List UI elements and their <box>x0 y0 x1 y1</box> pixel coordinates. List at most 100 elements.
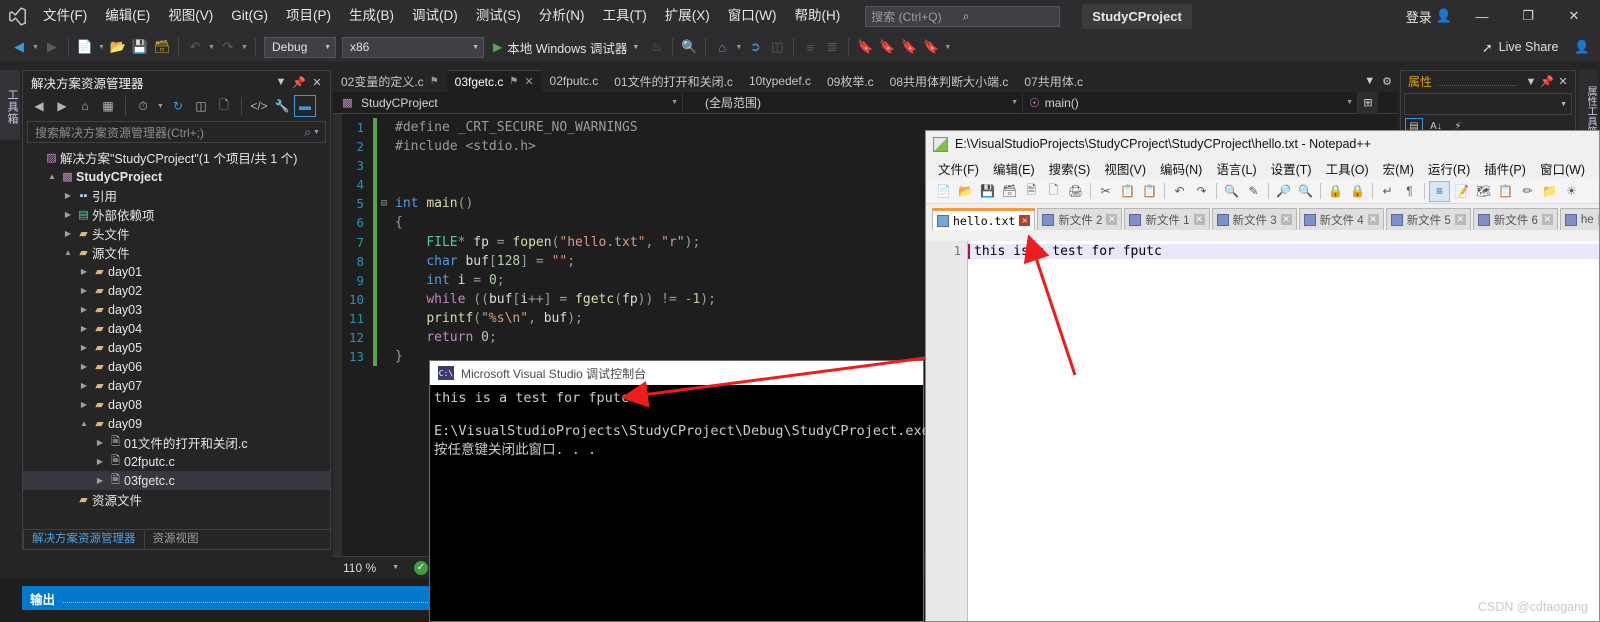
notepad-editor[interactable]: 1 this is a test for fputc <box>926 241 1599 621</box>
code-lines[interactable]: 1 #define _CRT_SECURE_NO_WARNINGS 2 #includ… <box>333 118 716 367</box>
pin-icon[interactable]: 📌 <box>1539 75 1555 88</box>
live-preview-chevron-icon[interactable]: ▼ <box>733 44 744 51</box>
close-button[interactable]: ✕ <box>1552 0 1596 32</box>
notepad-code-area[interactable]: this is a test for fputc <box>968 241 1599 621</box>
tree-item[interactable]: ▲ ▰ day09 <box>23 414 330 433</box>
view-code-icon[interactable]: </> <box>248 95 270 117</box>
expand-icon[interactable]: ▶ <box>61 229 75 238</box>
navigate-back-chevron-icon[interactable]: ▼ <box>30 44 41 51</box>
minimize-button[interactable]: — <box>1460 0 1504 32</box>
tree-item[interactable]: ▲ ▩ StudyCProject <box>23 167 330 186</box>
split-editor-icon[interactable]: ⊞ <box>1358 91 1378 114</box>
close-tab-icon[interactable]: ✕ <box>1193 214 1205 225</box>
menu-item-help[interactable]: 帮助(H) <box>785 0 849 32</box>
notepad-tab[interactable]: 新文件 2 ✕ <box>1037 208 1123 230</box>
new-project-chevron-icon[interactable]: ▼ <box>96 44 107 51</box>
close-tab-icon[interactable]: ✕ <box>1367 214 1379 225</box>
platform-select[interactable]: x86 ▼ <box>342 36 484 58</box>
find-icon[interactable]: 🔍 <box>1221 181 1242 202</box>
notepad-menu-item[interactable]: 视图(V) <box>1098 157 1152 180</box>
tree-item[interactable]: ▶ ▰ day06 <box>23 357 330 376</box>
new-file-icon[interactable]: 📄 <box>933 181 954 202</box>
tab-solution-explorer[interactable]: 解决方案资源管理器 <box>23 530 145 549</box>
paste-icon[interactable]: 📋 <box>1139 181 1160 202</box>
solution-explorer-search[interactable]: 搜索解决方案资源管理器(Ctrl+;) ⌕ ▼ <box>27 121 326 143</box>
open-file-icon[interactable]: 📂 <box>955 181 976 202</box>
expand-icon[interactable]: ▶ <box>77 400 91 409</box>
menu-item-extensions[interactable]: 扩展(X) <box>656 0 719 32</box>
scope-select[interactable]: (全局范围) ▼ <box>683 92 1023 113</box>
debug-console-window[interactable]: C:\ Microsoft Visual Studio 调试控制台 this i… <box>429 360 946 622</box>
menu-item-build[interactable]: 生成(B) <box>340 0 403 32</box>
expand-icon[interactable]: ▶ <box>93 476 107 485</box>
expand-icon[interactable]: ▶ <box>77 362 91 371</box>
close-tab-icon[interactable]: ✕ <box>1454 214 1466 225</box>
cut-icon[interactable]: ✂ <box>1095 181 1116 202</box>
tree-item[interactable]: ▶ 🗎 02fputc.c <box>23 452 330 471</box>
notepad-menu-bar[interactable]: 文件(F) 编辑(E) 搜索(S) 视图(V) 编码(N) 语言(L) 设置(T) 工具(O)… <box>926 157 1600 180</box>
notepad-menu-item[interactable]: 宏(M) <box>1377 157 1420 180</box>
live-share-button[interactable]: ➚ Live Share 👤 <box>1482 40 1600 55</box>
menu-item-debug[interactable]: 调试(D) <box>403 0 467 32</box>
sign-in-button[interactable]: 登录 👤 <box>1400 7 1458 26</box>
notepad-tab[interactable]: 新文件 1 ✕ <box>1124 208 1210 230</box>
expand-icon[interactable]: ▶ <box>77 324 91 333</box>
notepad-tab[interactable]: 新文件 6 ✕ <box>1472 208 1558 230</box>
chevron-down-icon[interactable]: ▼ <box>155 103 166 110</box>
menu-item-analyze[interactable]: 分析(N) <box>530 0 594 32</box>
close-tab-icon[interactable]: ✕ <box>1106 214 1118 225</box>
toolbar-overflow-icon[interactable]: ▼ <box>942 44 953 51</box>
symbol-select[interactable]: ☉ main() ▼ <box>1023 92 1358 113</box>
expand-icon[interactable]: ▶ <box>93 438 107 447</box>
expand-icon[interactable]: ▶ <box>77 267 91 276</box>
solution-tree[interactable]: ▨ 解决方案"StudyCProject"(1 个项目/共 1 个) ▲ ▩ Study… <box>23 146 330 524</box>
save-icon[interactable]: 💾 <box>977 181 998 202</box>
zoom-in-icon[interactable]: 🔎 <box>1273 181 1294 202</box>
close-tab-icon[interactable]: ✕ <box>1019 215 1031 226</box>
copy-icon[interactable]: 📋 <box>1117 181 1138 202</box>
tab-resource-view[interactable]: 资源视图 <box>145 530 207 549</box>
navigate-back-icon[interactable]: ◀ <box>8 35 30 59</box>
document-list-icon[interactable]: 📋 <box>1495 181 1516 202</box>
close-all-icon[interactable]: 🗋 <box>1043 181 1064 202</box>
live-preview-home-icon[interactable]: ⌂ <box>711 35 733 59</box>
notepad-tab[interactable]: 新文件 4 ✕ <box>1298 208 1384 230</box>
expand-icon[interactable]: ▶ <box>77 381 91 390</box>
expand-icon[interactable]: ▶ <box>61 191 75 200</box>
close-tab-icon[interactable]: ✕ <box>1597 214 1599 225</box>
toolbox-vertical-tab[interactable]: 工具箱 <box>0 70 20 140</box>
notepad-menu-item[interactable]: 语言(L) <box>1210 157 1262 180</box>
pending-changes-icon[interactable]: ⏱ <box>132 95 154 117</box>
notepad-menu-item[interactable]: 运行(R) <box>1422 157 1476 180</box>
editor-tab[interactable]: 10typedef.c <box>741 70 819 92</box>
tree-item[interactable]: ▶ ▰ day03 <box>23 300 330 319</box>
editor-tab-strip[interactable]: 02变量的定义.c ⚑ 03fgetc.c ⚑ ✕ 02fputc.c 01文件的打开和关闭… <box>333 70 1398 92</box>
tree-item[interactable]: ▨ 解决方案"StudyCProject"(1 个项目/共 1 个) <box>23 148 330 167</box>
close-file-icon[interactable]: 🗎 <box>1021 181 1042 202</box>
editor-tab[interactable]: 08共用体判断大小端.c <box>882 70 1017 92</box>
notepad-tab-strip[interactable]: hello.txt ✕ 新文件 2 ✕ 新文件 1 ✕ 新文件 3 ✕ 新文件 4 ✕ 新文件 5 ✕… <box>926 204 1599 230</box>
pin-icon[interactable]: ⚑ <box>509 76 518 87</box>
start-debugging-button[interactable]: ▶ 本地 Windows 调试器 ▼ <box>487 38 645 57</box>
notepad-menu-item[interactable]: 工具(O) <box>1320 157 1375 180</box>
collapse-all-icon[interactable]: ◫ <box>190 95 212 117</box>
monitoring-icon[interactable]: ☀ <box>1561 181 1582 202</box>
notepad-menu-item[interactable]: 插件(P) <box>1478 157 1532 180</box>
show-all-characters-icon[interactable]: ¶ <box>1399 181 1420 202</box>
notepad-tab[interactable]: 新文件 3 ✕ <box>1211 208 1297 230</box>
print-icon[interactable]: 🖨 <box>1065 181 1086 202</box>
expand-collapse-icon[interactable]: ▲ <box>45 172 59 181</box>
solution-icon[interactable]: ▦ <box>97 95 119 117</box>
quick-launch-search[interactable]: 搜索 (Ctrl+Q) ⌕ <box>865 5 1061 27</box>
preview-selected-items-icon[interactable]: ▬ <box>294 95 316 117</box>
save-all-icon[interactable]: 🗃 <box>999 181 1020 202</box>
folder-workspace-icon[interactable]: 📁 <box>1539 181 1560 202</box>
maximize-button[interactable]: ❐ <box>1506 0 1550 32</box>
tree-item[interactable]: ▶ ▰ 头文件 <box>23 224 330 243</box>
tree-item[interactable]: ▶ ▰ day04 <box>23 319 330 338</box>
close-tab-icon[interactable]: ✕ <box>1280 214 1292 225</box>
replace-icon[interactable]: ✎ <box>1243 181 1264 202</box>
pin-icon[interactable]: 📌 <box>290 76 308 89</box>
menu-item-file[interactable]: 文件(F) <box>34 0 96 32</box>
function-list-icon[interactable]: ✏ <box>1517 181 1538 202</box>
